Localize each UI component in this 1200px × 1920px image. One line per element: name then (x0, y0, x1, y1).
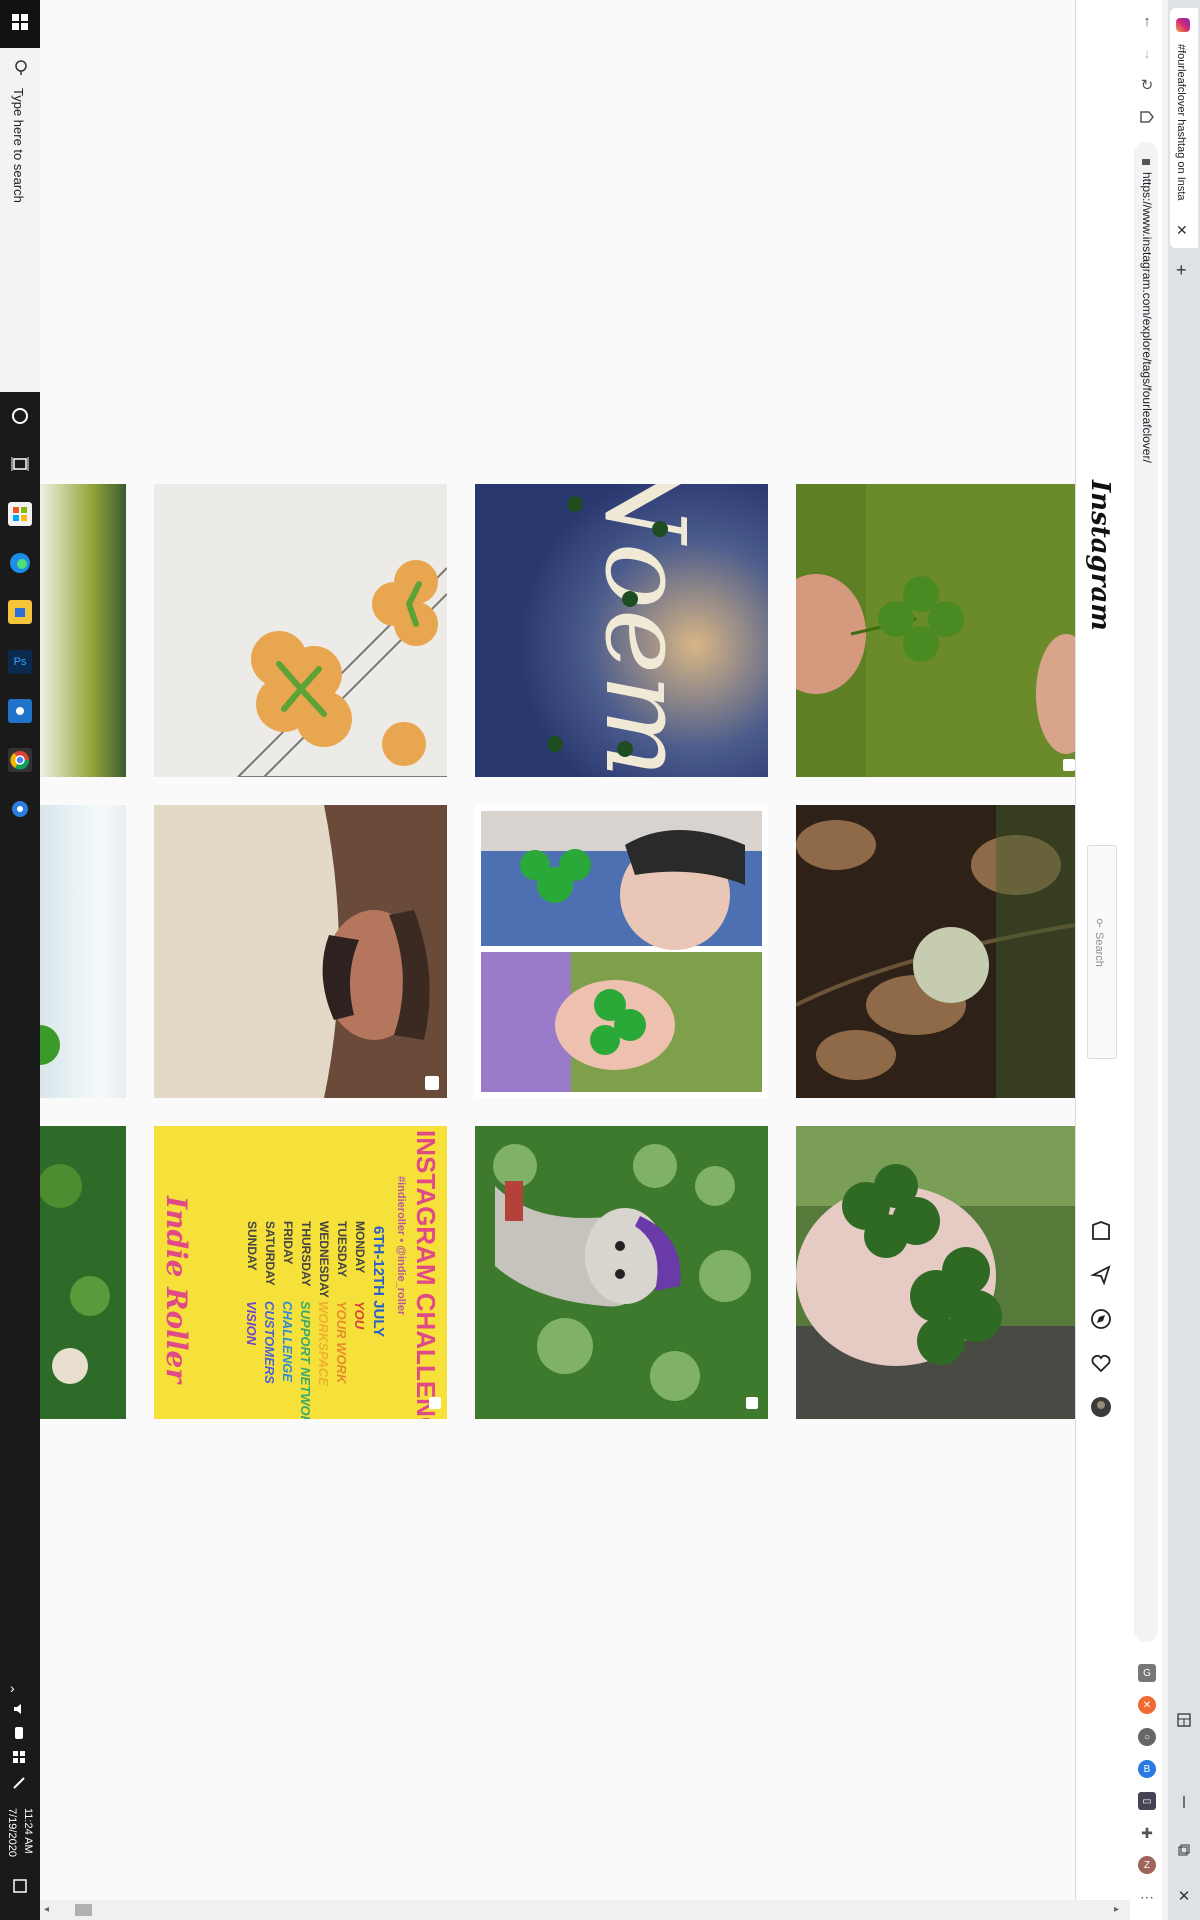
task-view-icon[interactable] (8, 452, 32, 476)
extension-g-icon[interactable]: G (1138, 1664, 1156, 1682)
poster-title: INSTAGRAM CHALLENGE (411, 1130, 441, 1419)
pen-icon[interactable] (12, 1776, 26, 1790)
scroll-left-arrow-icon[interactable]: ◂ (44, 1904, 49, 1915)
new-tab-icon[interactable]: + (1176, 260, 1187, 281)
scrollbar-thumb[interactable] (75, 1904, 92, 1916)
poster-theme: CHALLENGE (280, 1301, 295, 1382)
post-partial-2[interactable] (40, 805, 126, 1098)
video-badge-icon (425, 1076, 439, 1090)
post-clover-cookies[interactable] (154, 484, 447, 777)
post-hand-holding-clovers[interactable] (796, 1126, 1075, 1419)
extension-x-icon[interactable]: ✕ (1138, 1696, 1156, 1714)
direct-messages-icon[interactable] (1088, 1262, 1114, 1288)
reload-icon[interactable]: ↻ (1136, 74, 1158, 96)
back-arrow-icon[interactable]: ↑ (1136, 10, 1158, 32)
poster-theme: CUSTOMERS (262, 1301, 277, 1384)
poster-brand: Indie Roller (160, 1196, 193, 1384)
close-window-icon[interactable]: ✕ (1172, 1884, 1196, 1908)
poster-day: WEDNESDAY (317, 1221, 331, 1298)
poster-day: TUESDAY (335, 1221, 349, 1278)
photoshop-icon[interactable]: Ps (8, 650, 32, 674)
poster-tags: #indieroller • @indie_roller (395, 1176, 407, 1316)
cortana-icon[interactable] (8, 404, 32, 428)
search-icon (12, 58, 30, 76)
post-challenge-poster[interactable]: INSTAGRAM CHALLENGE #indieroller • @indi… (154, 1126, 447, 1419)
clock-date[interactable]: 7/19/2020 (6, 1808, 18, 1857)
instagram-logo[interactable]: Instagram (1085, 480, 1115, 631)
poster-theme: SUPPORT NETWORK (298, 1301, 313, 1419)
horizontal-scrollbar[interactable] (40, 1900, 1130, 1920)
tab-search-icon[interactable] (1172, 1708, 1196, 1732)
poster-day: THURSDAY (299, 1221, 313, 1287)
settings-app-icon[interactable] (8, 797, 32, 821)
poster-theme: YOUR WORK (334, 1301, 349, 1384)
poster-dates: 6TH-12TH JULY (370, 1226, 387, 1338)
post-hand-clover[interactable] (796, 484, 1075, 777)
dropbox-icon[interactable] (12, 1750, 26, 1764)
poster-theme: YOU (352, 1301, 367, 1330)
profile-icon[interactable]: Z (1138, 1856, 1156, 1874)
instagram-search-placeholder: Search (1093, 932, 1105, 967)
poster-day: SATURDAY (263, 1221, 277, 1286)
search-icon: ⚲ (1096, 918, 1104, 929)
scroll-right-arrow-icon[interactable]: ▸ (1114, 1904, 1119, 1915)
notification-icon[interactable] (12, 1878, 28, 1894)
tab-title: #fourleafclover hashtag on Insta (1175, 44, 1187, 201)
taskbar-search-placeholder: Type here to search (11, 88, 26, 203)
start-button[interactable] (0, 0, 40, 48)
menu-dots-icon[interactable]: ⋯ (1138, 1888, 1156, 1906)
extension-image-icon[interactable]: ▭ (1138, 1792, 1156, 1810)
extensions-puzzle-icon[interactable]: ✚ (1138, 1824, 1156, 1842)
edge-icon[interactable] (8, 551, 32, 575)
carousel-badge-icon (746, 1397, 758, 1409)
home-button-icon[interactable] (1136, 106, 1158, 128)
post-girl-clover[interactable] (475, 805, 768, 1098)
carousel-badge-icon (429, 1397, 441, 1409)
poster-day: SUNDAY (245, 1221, 259, 1271)
post-partial-3[interactable] (40, 1126, 126, 1419)
poster-theme: WORKSPACE (316, 1301, 331, 1386)
show-hidden-icons-chevron-icon[interactable]: › (10, 1680, 15, 1696)
instagram-favicon-icon (1176, 18, 1190, 32)
file-explorer-icon[interactable] (8, 600, 32, 624)
chrome-icon[interactable] (8, 748, 32, 772)
activity-heart-icon[interactable] (1088, 1350, 1114, 1376)
home-icon[interactable] (1088, 1218, 1114, 1244)
restore-icon[interactable] (1172, 1838, 1196, 1862)
post-man-portrait[interactable] (154, 805, 447, 1098)
poster-day: FRIDAY (281, 1221, 295, 1265)
forward-arrow-icon[interactable]: ↓ (1136, 42, 1158, 64)
extension-circle-icon[interactable]: ○ (1138, 1728, 1156, 1746)
poster-day: MONDAY (353, 1221, 367, 1274)
carousel-badge-icon (1063, 759, 1075, 771)
post-doll-in-clover[interactable] (475, 1126, 768, 1419)
outlook-icon[interactable] (8, 699, 32, 723)
url-text: https://www.instagram.com/explore/tags/f… (1140, 172, 1154, 463)
minimize-icon[interactable] (1172, 1790, 1196, 1814)
sign-text: Noemi (581, 484, 709, 777)
poster-themes: YOU YOUR WORK WORKSPACE SUPPORT NETWORK … (244, 1301, 367, 1419)
tab-strip (1168, 0, 1200, 1920)
extension-b-icon[interactable]: B (1138, 1760, 1156, 1778)
clock-time[interactable]: 11:24 AM (22, 1808, 34, 1854)
close-tab-icon[interactable]: ✕ (1176, 222, 1188, 239)
poster-days: MONDAY TUESDAY WEDNESDAY THURSDAY FRIDAY… (245, 1221, 367, 1298)
volume-icon[interactable] (12, 1702, 26, 1716)
post-tomato-plant[interactable] (796, 805, 1075, 1098)
lock-icon[interactable] (1141, 152, 1151, 165)
windows-icon (11, 13, 29, 36)
explore-compass-icon[interactable] (1088, 1306, 1114, 1332)
post-partial-1[interactable] (40, 484, 126, 777)
battery-icon[interactable] (12, 1726, 26, 1740)
post-noemi-sign[interactable]: Noemi (475, 484, 768, 777)
poster-theme: VISION (244, 1301, 259, 1346)
profile-avatar[interactable] (1088, 1394, 1114, 1420)
store-app-icon[interactable] (8, 502, 32, 526)
